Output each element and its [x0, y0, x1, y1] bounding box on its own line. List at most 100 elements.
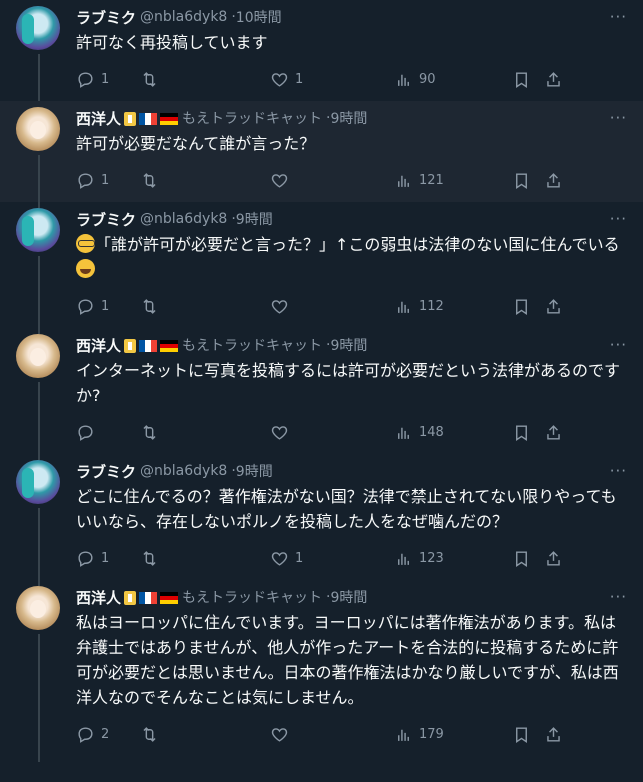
reply-button[interactable]: 1: [76, 297, 140, 316]
like-button[interactable]: [270, 725, 394, 744]
user-handle[interactable]: もえトラッドキャット: [182, 335, 322, 355]
user-handle[interactable]: @nbla6dyk8: [140, 9, 227, 25]
reply-icon: [78, 726, 93, 743]
avatar-lovemiku[interactable]: [16, 6, 60, 50]
gold-badge-icon: [124, 338, 137, 353]
tweet[interactable]: 西洋人 もえトラッドキャット · 9時間 私はヨーロッパに住んでいます。ヨーロッ…: [0, 580, 643, 762]
like-button[interactable]: [270, 171, 394, 190]
profile-badges: [121, 109, 179, 127]
like-button[interactable]: [270, 297, 394, 316]
retweet-button[interactable]: [140, 423, 270, 442]
display-name[interactable]: ラブミク: [76, 209, 136, 230]
retweet-button[interactable]: [140, 171, 270, 190]
share-button[interactable]: [544, 549, 568, 568]
more-options-icon[interactable]: ···: [610, 336, 627, 354]
user-handle[interactable]: もえトラッドキャット: [182, 108, 322, 128]
reply-button[interactable]: 2: [76, 725, 140, 744]
tweet[interactable]: ラブミク @nbla6dyk8 · 9時間 「誰が許可が必要だと言った？」↑この…: [0, 202, 643, 334]
more-options-icon[interactable]: ···: [610, 462, 627, 480]
analytics-icon: [398, 427, 409, 439]
views-button[interactable]: 148: [394, 423, 512, 442]
bookmark-icon: [516, 172, 527, 189]
avatar-seiyoujin[interactable]: [16, 334, 60, 378]
avatar-lovemiku[interactable]: [16, 460, 60, 504]
tweet-text-body: 「誰が許可が必要だと言った？」↑この弱虫は法律のない国に住んでいる: [95, 235, 620, 254]
retweet-button[interactable]: [140, 70, 270, 89]
timestamp[interactable]: 9時間: [330, 335, 367, 355]
tweet[interactable]: 西洋人 もえトラッドキャット · 9時間 インターネットに写真を投稿するには許可…: [0, 328, 643, 460]
bookmark-button[interactable]: [512, 70, 544, 89]
retweet-button[interactable]: [140, 549, 270, 568]
view-count: 112: [419, 298, 444, 314]
retweet-button[interactable]: [140, 725, 270, 744]
views-button[interactable]: 179: [394, 725, 512, 744]
like-button[interactable]: 1: [270, 549, 394, 568]
share-button[interactable]: [544, 423, 568, 442]
tweet-header: 西洋人 もえトラッドキャット · 9時間: [76, 107, 627, 129]
retweet-button[interactable]: [140, 297, 270, 316]
bookmark-icon: [516, 550, 527, 567]
more-options-icon[interactable]: ···: [610, 210, 627, 228]
share-button[interactable]: [544, 297, 568, 316]
display-name[interactable]: ラブミク: [76, 7, 136, 28]
tweet[interactable]: ラブミク @nbla6dyk8 · 10時間 許可なく再投稿しています 1 1 …: [0, 0, 643, 107]
display-name[interactable]: ラブミク: [76, 461, 136, 482]
display-name[interactable]: 西洋人: [76, 108, 121, 129]
display-name[interactable]: 西洋人: [76, 587, 121, 608]
bookmark-button[interactable]: [512, 297, 544, 316]
tweet-content: 西洋人 もえトラッドキャット · 9時間 インターネットに写真を投稿するには許可…: [76, 334, 627, 454]
reply-button[interactable]: 1: [76, 70, 140, 89]
timestamp[interactable]: 9時間: [236, 461, 273, 481]
avatar-seiyoujin[interactable]: [16, 586, 60, 630]
rofl-emoji-icon: [76, 259, 95, 278]
share-button[interactable]: [544, 70, 568, 89]
retweet-icon: [143, 172, 156, 188]
user-handle[interactable]: もえトラッドキャット: [182, 587, 322, 607]
reply-button[interactable]: [76, 423, 140, 442]
view-count: 121: [419, 172, 444, 188]
thread-line: [38, 508, 40, 586]
reply-count: 2: [101, 726, 110, 742]
tweet-text: 「誰が許可が必要だと言った？」↑この弱虫は法律のない国に住んでいる: [76, 232, 627, 282]
tweet-text: 許可なく再投稿しています: [76, 33, 268, 52]
more-options-icon[interactable]: ···: [610, 588, 627, 606]
views-button[interactable]: 121: [394, 171, 512, 190]
timestamp[interactable]: 9時間: [330, 587, 367, 607]
reply-button[interactable]: 1: [76, 171, 140, 190]
reply-icon: [78, 550, 93, 567]
more-options-icon[interactable]: ···: [610, 8, 627, 26]
heart-icon: [271, 551, 288, 566]
reply-button[interactable]: 1: [76, 549, 140, 568]
like-button[interactable]: [270, 423, 394, 442]
timestamp[interactable]: 10時間: [236, 7, 282, 27]
avatar-column: [16, 208, 64, 334]
bookmark-button[interactable]: [512, 725, 544, 744]
gold-badge-icon: [124, 111, 137, 126]
bookmark-button[interactable]: [512, 423, 544, 442]
avatar-lovemiku[interactable]: [16, 208, 60, 252]
like-button[interactable]: 1: [270, 70, 394, 89]
bookmark-button[interactable]: [512, 549, 544, 568]
timestamp[interactable]: 9時間: [236, 209, 273, 229]
avatar-seiyoujin[interactable]: [16, 107, 60, 151]
display-name[interactable]: 西洋人: [76, 335, 121, 356]
views-button[interactable]: 90: [394, 70, 512, 89]
thread-line: [38, 634, 40, 762]
avatar-column: [16, 460, 64, 586]
user-handle[interactable]: @nbla6dyk8: [140, 211, 227, 227]
share-button[interactable]: [544, 725, 568, 744]
timestamp[interactable]: 9時間: [330, 108, 367, 128]
user-handle[interactable]: @nbla6dyk8: [140, 463, 227, 479]
analytics-icon: [398, 553, 409, 565]
view-count: 179: [419, 726, 444, 742]
action-bar: 1 1 90: [76, 65, 627, 101]
share-button[interactable]: [544, 171, 568, 190]
more-options-icon[interactable]: ···: [610, 109, 627, 127]
views-button[interactable]: 123: [394, 549, 512, 568]
views-button[interactable]: 112: [394, 297, 512, 316]
bookmark-button[interactable]: [512, 171, 544, 190]
tweet[interactable]: ラブミク @nbla6dyk8 · 9時間 どこに住んでるの？著作権法がない国？…: [0, 454, 643, 586]
tweet[interactable]: 西洋人 もえトラッドキャット · 9時間 許可が必要だなんて誰が言った？ 1 1…: [0, 101, 643, 208]
thread-line: [38, 54, 40, 107]
action-bar: 1 121: [76, 166, 627, 202]
